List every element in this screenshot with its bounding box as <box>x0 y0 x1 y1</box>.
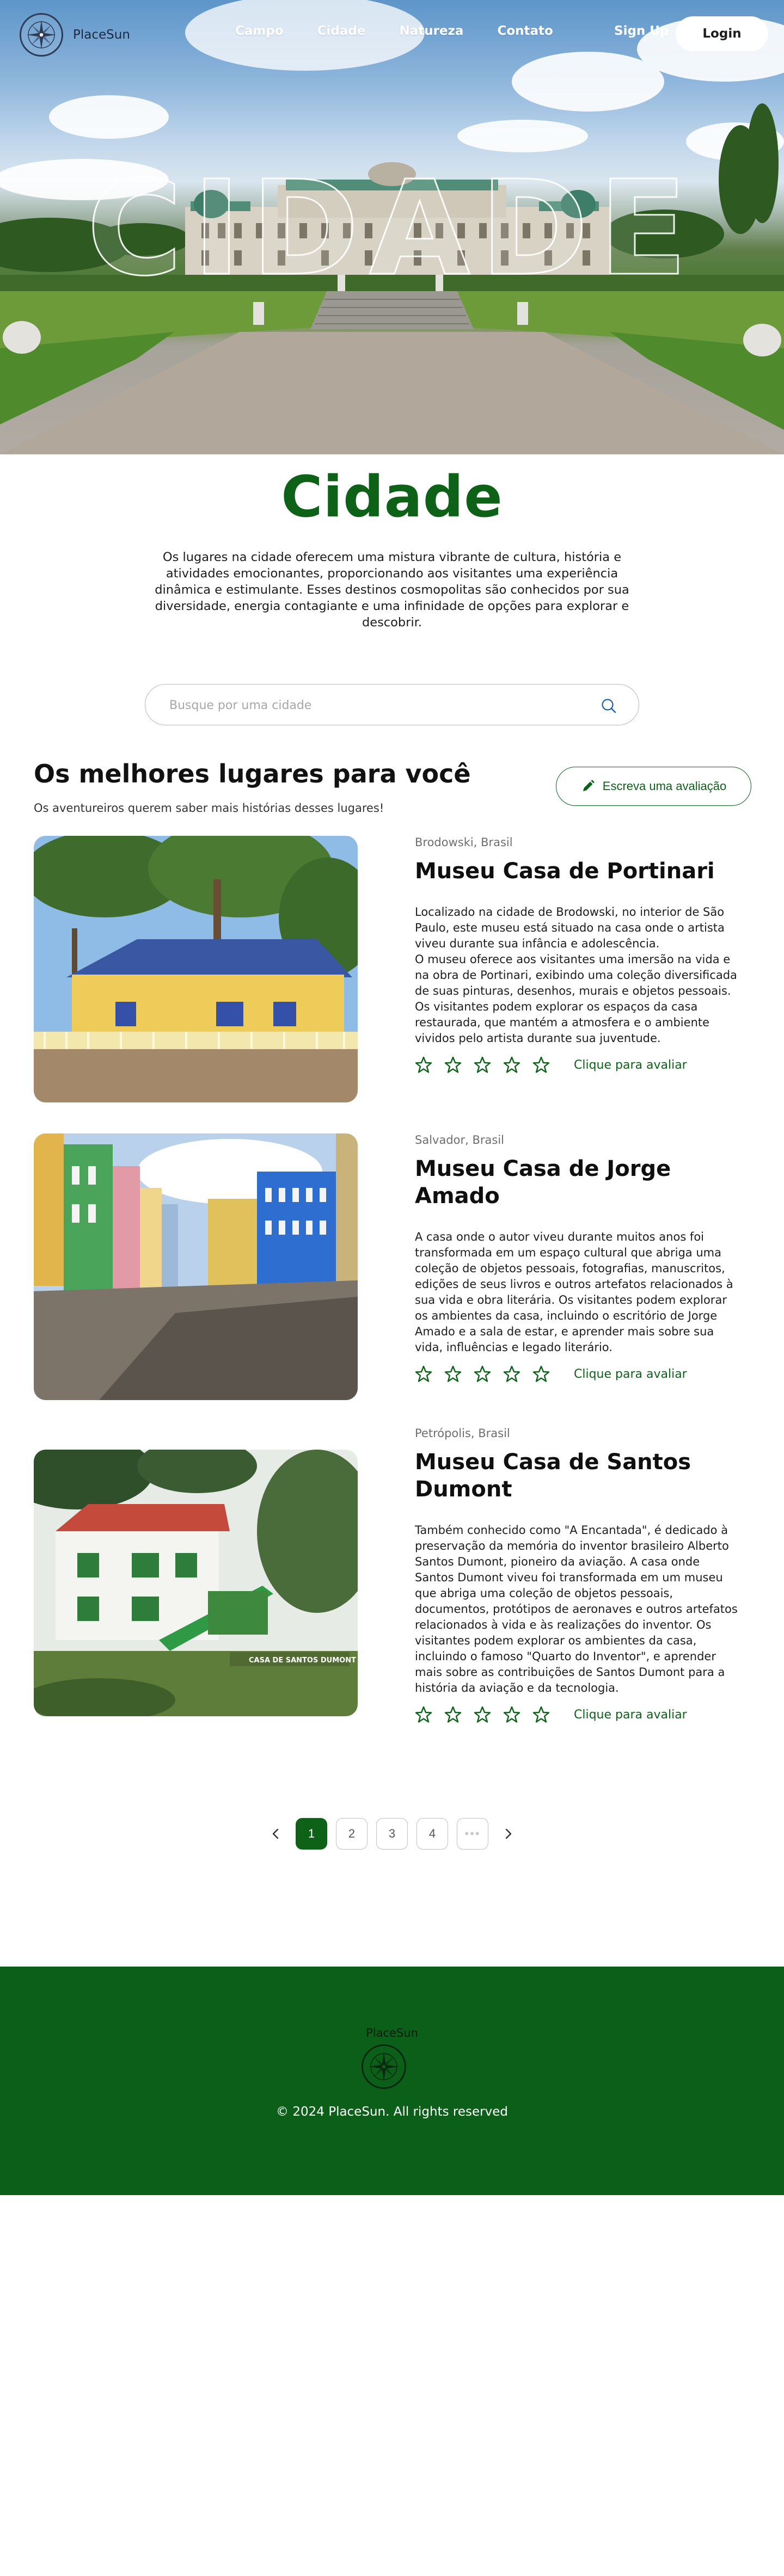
star-icon[interactable] <box>444 1706 462 1723</box>
place-description: Também conhecido como "A Encantada", é d… <box>415 1524 738 1694</box>
star-icon[interactable] <box>532 1706 550 1723</box>
hero-banner: CIDADE PlaceSun Campo Cidade Natureza Co… <box>0 0 784 454</box>
nav-links: Campo Cidade Natureza Contato <box>235 24 553 38</box>
place-location: Brodowski, Brasil <box>415 836 513 849</box>
star-rating <box>415 1365 550 1383</box>
image-caption: CASA DE SANTOS DUMONT <box>249 1656 356 1665</box>
page-button-3[interactable]: 3 <box>376 1818 408 1850</box>
hero-overlay-word: CIDADE <box>86 152 697 305</box>
main-content: Cidade Os lugares na cidade oferecem uma… <box>0 459 784 835</box>
section-subtitle: Os aventureiros querem saber mais histór… <box>34 802 384 815</box>
star-icon[interactable] <box>503 1706 520 1723</box>
place-details: Salvador, Brasil Museu Casa de Jorge Ama… <box>415 1133 742 1383</box>
chevron-right-icon[interactable] <box>497 1819 520 1849</box>
star-rating <box>415 1706 550 1723</box>
rate-link[interactable]: Clique para avaliar <box>574 1367 687 1381</box>
city-search <box>145 684 639 726</box>
place-title[interactable]: Museu Casa de Santos Dumont <box>415 1449 742 1503</box>
places-section-header: Os melhores lugares para você Os aventur… <box>0 759 784 835</box>
write-review-button[interactable]: Escreva uma avaliação <box>556 767 751 806</box>
star-icon[interactable] <box>415 1365 432 1383</box>
place-title[interactable]: Museu Casa de Portinari <box>415 858 742 885</box>
nav-link-campo[interactable]: Campo <box>235 24 284 38</box>
place-description: A casa onde o autor viveu durante muitos… <box>415 1230 733 1354</box>
rating-row: Clique para avaliar <box>415 1056 742 1074</box>
star-icon[interactable] <box>444 1365 462 1383</box>
place-image-jorge-amado[interactable] <box>34 1133 358 1400</box>
star-icon[interactable] <box>532 1365 550 1383</box>
footer-brand-name: PlaceSun <box>366 2026 418 2039</box>
place-title[interactable]: Museu Casa de Jorge Amado <box>415 1155 742 1210</box>
star-icon[interactable] <box>503 1056 520 1074</box>
search-input[interactable] <box>169 697 583 714</box>
page-button-2[interactable]: 2 <box>336 1818 367 1850</box>
page-button-1[interactable]: 1 <box>296 1818 327 1850</box>
page-button-4[interactable]: 4 <box>416 1818 448 1850</box>
pagination: 1 2 3 4 ••• <box>0 1818 784 1850</box>
compass-icon <box>362 2044 406 2089</box>
page-footer: PlaceSun © 2024 PlaceSun. All rights res… <box>0 1967 784 2195</box>
place-image-santos-dumont[interactable]: CASA DE SANTOS DUMONT <box>34 1450 358 1716</box>
page-more-button[interactable]: ••• <box>457 1818 488 1850</box>
copyright-text: © 2024 PlaceSun. All rights reserved <box>276 2105 508 2119</box>
rate-link[interactable]: Clique para avaliar <box>574 1708 687 1722</box>
top-navigation: PlaceSun Campo Cidade Natureza Contato S… <box>0 0 784 68</box>
star-rating <box>415 1056 550 1074</box>
signup-link[interactable]: Sign Up <box>614 24 669 38</box>
nav-link-contato[interactable]: Contato <box>497 24 553 38</box>
write-review-label: Escreva uma avaliação <box>602 779 727 793</box>
star-icon[interactable] <box>474 1056 491 1074</box>
nav-link-cidade[interactable]: Cidade <box>317 24 366 38</box>
star-icon[interactable] <box>532 1056 550 1074</box>
place-details: Brodowski, Brasil Museu Casa de Portinar… <box>415 836 742 1074</box>
compass-icon <box>20 13 63 57</box>
place-image-portinari[interactable] <box>34 836 358 1102</box>
place-location: Salvador, Brasil <box>415 1133 505 1147</box>
star-icon[interactable] <box>415 1706 432 1723</box>
page-title: Cidade <box>281 464 503 530</box>
brand-name: PlaceSun <box>73 28 130 42</box>
login-button[interactable]: Login <box>676 16 768 51</box>
rate-link[interactable]: Clique para avaliar <box>574 1058 687 1072</box>
rating-row: Clique para avaliar <box>415 1706 742 1723</box>
place-description: Localizado na cidade de Brodowski, no in… <box>415 905 737 1045</box>
nav-link-natureza[interactable]: Natureza <box>399 24 463 38</box>
rating-row: Clique para avaliar <box>415 1365 742 1383</box>
search-icon[interactable] <box>601 698 617 714</box>
pencil-icon <box>583 780 595 792</box>
section-title: Os melhores lugares para você <box>34 759 471 789</box>
page-description: Os lugares na cidade oferecem uma mistur… <box>155 550 629 630</box>
star-icon[interactable] <box>474 1365 491 1383</box>
star-icon[interactable] <box>444 1056 462 1074</box>
place-details: Petrópolis, Brasil Museu Casa de Santos … <box>415 1427 742 1723</box>
star-icon[interactable] <box>415 1056 432 1074</box>
chevron-left-icon[interactable] <box>264 1819 287 1849</box>
brand-logo[interactable]: PlaceSun <box>20 13 130 57</box>
star-icon[interactable] <box>503 1365 520 1383</box>
place-location: Petrópolis, Brasil <box>415 1427 510 1440</box>
star-icon[interactable] <box>474 1706 491 1723</box>
